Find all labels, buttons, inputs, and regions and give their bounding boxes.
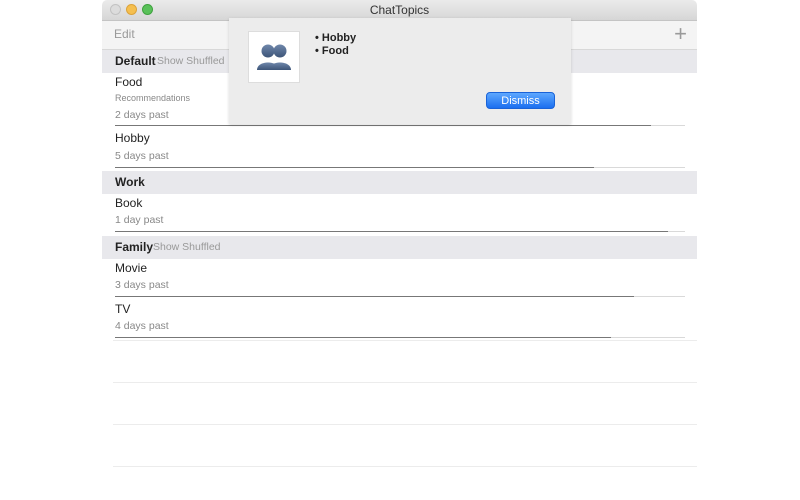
topic-last-used: 4 days past [115, 320, 169, 332]
topic-name: Hobby [115, 131, 150, 145]
list-item[interactable]: Movie 3 days past [115, 261, 685, 298]
recency-bar [115, 296, 634, 297]
list-item[interactable]: Hobby 5 days past [115, 131, 685, 168]
section-title: Work [115, 175, 145, 189]
show-shuffled-button[interactable]: Show Shuffled [157, 55, 225, 67]
topic-name: TV [115, 302, 131, 316]
plus-icon[interactable]: + [674, 21, 687, 47]
recency-bar [115, 125, 651, 126]
empty-row-divider [113, 424, 697, 425]
people-icon [248, 31, 300, 83]
empty-row-divider [113, 340, 697, 341]
topic-name: Movie [115, 261, 148, 275]
popover-item: • Food [315, 44, 349, 57]
topic-subtitle: Recommendations [115, 93, 191, 103]
section-title: Default [115, 54, 156, 68]
recency-bar [115, 167, 594, 168]
empty-row-divider [113, 382, 697, 383]
topic-name: Book [115, 196, 143, 210]
list-item[interactable]: Book 1 day past [115, 196, 685, 233]
popover-item: • Hobby [315, 32, 357, 44]
topic-last-used: 2 days past [115, 109, 169, 121]
recency-bar [115, 337, 611, 338]
topic-last-used: 3 days past [115, 279, 169, 291]
section-header-work: Work [102, 171, 697, 194]
topic-last-used: 5 days past [115, 150, 169, 162]
window-title: ChatTopics [369, 3, 430, 17]
section-title: Family [115, 240, 154, 254]
topic-name: Food [115, 75, 143, 89]
recency-bar [115, 231, 668, 232]
edit-button[interactable]: Edit [114, 27, 135, 41]
list-item[interactable]: TV 4 days past [115, 302, 685, 339]
popover-topic-list: • Hobby • Food [315, 32, 356, 57]
dismiss-button[interactable]: Dismiss [486, 92, 555, 109]
section-header-family: Family Show Shuffled [102, 236, 697, 259]
topics-popover: • Hobby • Food Dismiss [229, 18, 571, 124]
show-shuffled-button[interactable]: Show Shuffled [153, 241, 221, 253]
topic-last-used: 1 day past [115, 214, 164, 226]
empty-row-divider [113, 466, 697, 467]
